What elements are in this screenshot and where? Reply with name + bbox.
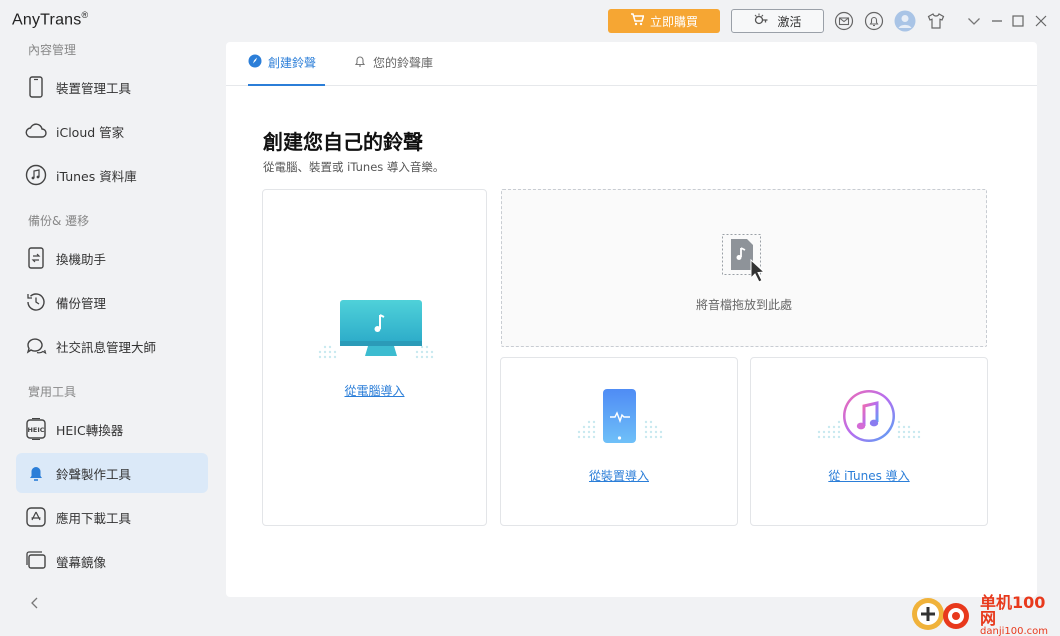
svg-text:HEIC: HEIC [27,426,44,434]
chevron-left-icon[interactable] [28,595,42,609]
section-label-backup: 備份& 遷移 [28,214,90,228]
drop-zone-text: 將音檔拖放到此處 [695,298,792,312]
sidebar: 內容管理 裝置管理工具 iCloud 管家 iTunes 資料庫 備份& 遷移 … [0,40,224,636]
sidebar-item-screen-mirror[interactable]: 螢幕鏡像 [16,541,208,581]
tab-label: 創建鈴聲 [268,56,317,70]
sidebar-item-label: 裝置管理工具 [56,80,132,96]
plus-logo-icon [910,596,974,636]
close-icon[interactable] [1030,10,1052,32]
sidebar-item-label: iTunes 資料庫 [56,168,137,184]
app-title: AnyTrans® [12,10,88,29]
watermark-url: danji100.com [980,626,1048,636]
drag-file-icon [722,234,768,286]
sidebar-item-label: 備份管理 [56,295,107,311]
buy-now-label: 立即購買 [649,14,698,29]
watermark-title: 单机100网 [980,593,1046,628]
phone-icon [24,75,48,99]
sidebar-item-label: HEIC轉換器 [56,422,124,438]
sidebar-item-phone-switch[interactable]: 換機助手 [16,238,208,278]
heic-icon: HEIC [24,417,48,441]
watermark-text: 单机100网 danji100.com [980,595,1060,636]
chat-icon [24,334,48,358]
sidebar-item-social-messages[interactable]: 社交訊息管理大師 [16,326,208,366]
itunes-illustration [815,388,923,446]
bell-outline-icon [353,54,367,71]
activate-button[interactable]: 激活 [731,9,824,33]
check-circle-icon [248,54,262,71]
shirt-icon[interactable] [925,10,947,32]
cloud-icon [24,119,48,143]
sidebar-item-icloud[interactable]: iCloud 管家 [16,111,208,151]
page-title: 創建您自己的鈴聲 [263,130,423,154]
sidebar-item-device-manager[interactable]: 裝置管理工具 [16,67,208,107]
avatar[interactable] [894,10,916,32]
drop-zone[interactable]: 將音檔拖放到此處 [501,189,987,347]
import-from-device-link[interactable]: 從裝置導入 [501,467,737,484]
section-label-content: 內容管理 [28,43,77,57]
import-from-pc-card[interactable]: 從電腦導入 [262,189,487,526]
import-from-device-card[interactable]: 從裝置導入 [500,357,738,526]
page-subtitle: 從電腦、裝置或 iTunes 導入音樂。 [263,160,445,174]
activate-label: 激活 [777,14,802,29]
bell-icon[interactable] [863,10,885,32]
sidebar-item-itunes-library[interactable]: iTunes 資料庫 [16,155,208,195]
sidebar-item-label: iCloud 管家 [56,124,125,140]
tab-create-ringtone[interactable]: 創建鈴聲 [248,54,325,86]
watermark-logo: 单机100网 danji100.com [910,595,1060,636]
computer-illustration [316,300,436,364]
history-icon [24,290,48,314]
mail-icon[interactable] [833,10,855,32]
sidebar-item-heic-converter[interactable]: HEIC HEIC轉換器 [16,409,208,449]
buy-now-button[interactable]: 立即購買 [608,9,720,33]
sidebar-item-backup-manager[interactable]: 備份管理 [16,282,208,322]
main-panel: 創建鈴聲 您的鈴聲庫 創建您自己的鈴聲 從電腦、裝置或 iTunes 導入音樂。 [226,42,1037,597]
transfer-icon [24,246,48,270]
tab-bar: 創建鈴聲 您的鈴聲庫 [226,42,1037,86]
minimize-icon[interactable] [986,10,1008,32]
phone-illustration [575,388,665,446]
sidebar-item-app-downloader[interactable]: 應用下載工具 [16,497,208,537]
sidebar-item-label: 換機助手 [56,251,107,267]
tab-label: 您的鈴聲庫 [373,56,434,70]
sidebar-item-label: 應用下載工具 [56,510,132,526]
import-from-itunes-card[interactable]: 從 iTunes 導入 [750,357,988,526]
sidebar-item-label: 社交訊息管理大師 [56,339,157,355]
sidebar-item-ringtone-maker[interactable]: 鈴聲製作工具 [16,453,208,493]
chevron-down-icon[interactable] [963,10,985,32]
import-from-pc-link[interactable]: 從電腦導入 [263,382,486,399]
registered-mark: ® [81,10,89,20]
key-icon [753,13,769,30]
title-bar: AnyTrans® 立即購買 激活 [0,0,1060,40]
sidebar-item-label: 螢幕鏡像 [56,554,107,570]
app-store-icon [24,505,48,529]
bell-icon [24,461,48,485]
mirror-icon [24,549,48,573]
section-label-tools: 實用工具 [28,385,77,399]
import-from-itunes-link[interactable]: 從 iTunes 導入 [751,467,987,484]
cart-icon [630,13,645,29]
music-note-icon [24,163,48,187]
maximize-icon[interactable] [1007,10,1029,32]
tab-ringtone-library[interactable]: 您的鈴聲庫 [353,54,443,86]
app-name: AnyTrans [12,11,82,29]
sidebar-item-label: 鈴聲製作工具 [56,466,132,482]
